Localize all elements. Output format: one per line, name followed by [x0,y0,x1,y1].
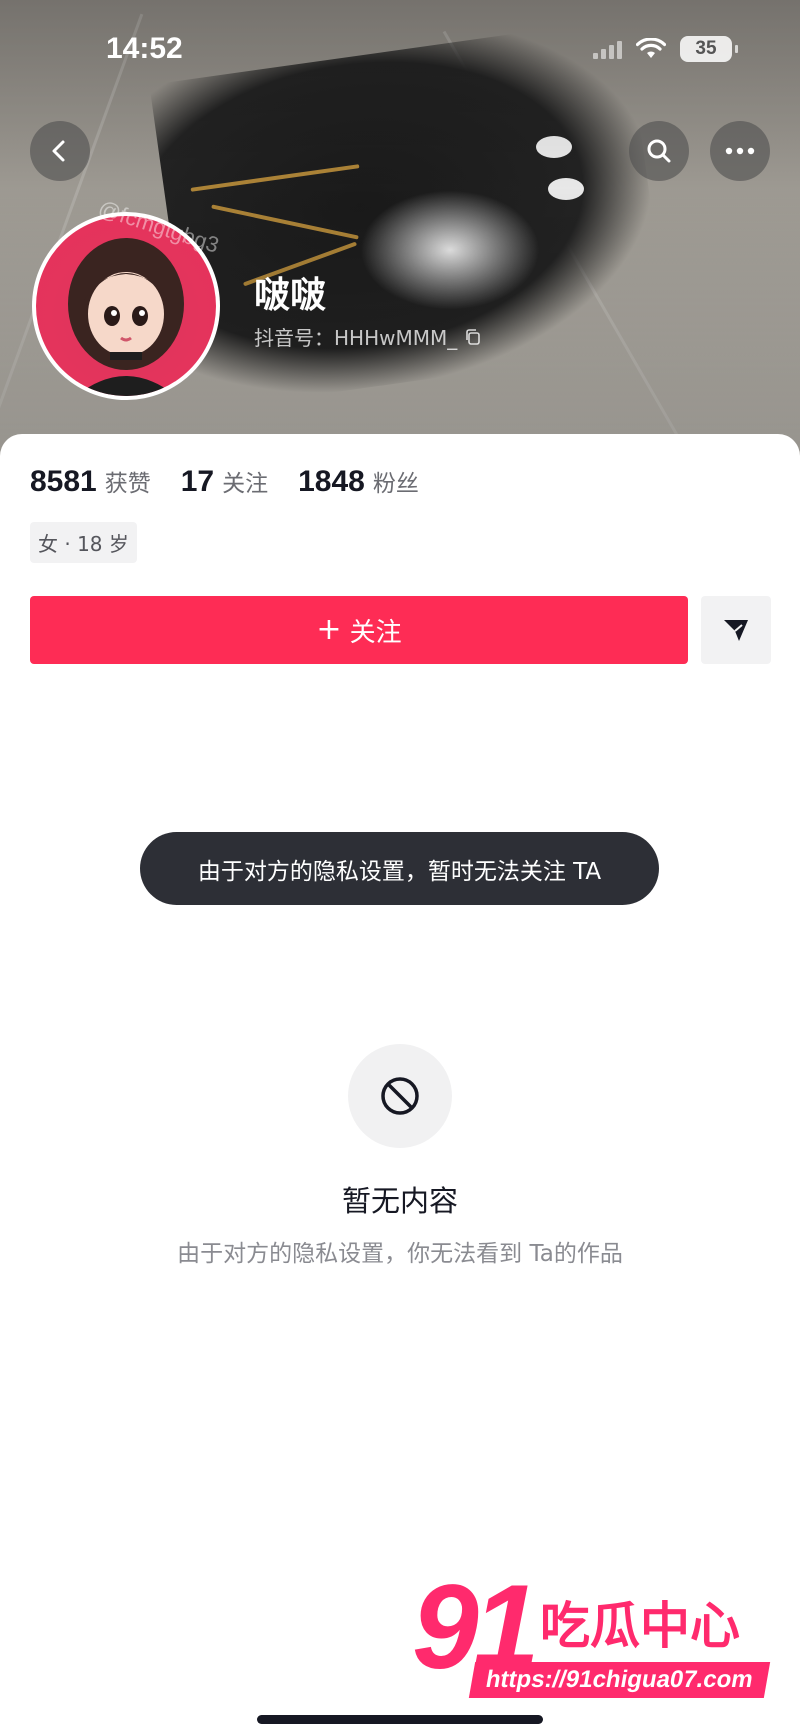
home-indicator[interactable] [257,1715,543,1724]
stat-likes-label: 获赞 [104,471,151,497]
gender-age-tag: 女 · 18 岁 [30,522,137,563]
empty-state-title: 暂无内容 [341,1184,458,1218]
search-icon [647,139,671,163]
stat-followers-label: 粉丝 [372,471,419,497]
forbidden-icon [381,1077,419,1115]
back-button[interactable] [30,121,90,181]
stats-row: 8581 获赞 17 关注 1848 粉丝 [30,464,419,499]
status-icons: 35 [593,36,738,62]
site-logo-watermark: 91 吃瓜中心 https://91chigua07.com [412,1558,784,1708]
profile-nickname: 啵啵 [254,275,327,316]
empty-state-description: 由于对方的隐私设置，你无法看到 Ta的作品 [177,1241,623,1267]
plus-icon: + [316,612,342,647]
stat-followers[interactable]: 1848 粉丝 [298,464,419,499]
status-time: 14:52 [106,32,183,65]
follow-button[interactable]: + 关注 [30,596,688,664]
privacy-toast: 由于对方的隐私设置，暂时无法关注 TA [140,832,659,905]
back-icon [52,140,65,162]
stat-followers-value: 1848 [298,465,365,498]
stat-following-label: 关注 [222,471,269,497]
stat-likes[interactable]: 8581 获赞 [30,464,151,499]
logo-url: https://91chigua07.com [468,1662,770,1698]
more-button[interactable] [710,121,770,181]
wifi-icon [636,38,666,58]
stat-following-value: 17 [180,465,215,498]
douyin-id[interactable]: 抖音号：HHHwMMM_ [254,322,481,351]
copy-icon[interactable] [465,328,481,345]
stat-following[interactable]: 17 关注 [181,464,268,499]
douyin-id-text: 抖音号：HHHwMMM_ [254,326,458,350]
signal-icon [593,39,622,59]
battery-indicator: 35 [680,36,738,62]
share-icon [724,620,748,641]
search-button[interactable] [629,121,689,181]
share-button[interactable] [701,596,771,664]
follow-button-label: 关注 [349,617,402,648]
empty-state-icon [348,1044,452,1148]
profile-panel: 8581 获赞 17 关注 1848 粉丝 女 · 18 岁 + 关注 由于对方… [0,434,800,1735]
stat-likes-value: 8581 [30,465,97,498]
logo-text: 吃瓜中心 [540,1597,740,1655]
more-icon [725,147,755,155]
